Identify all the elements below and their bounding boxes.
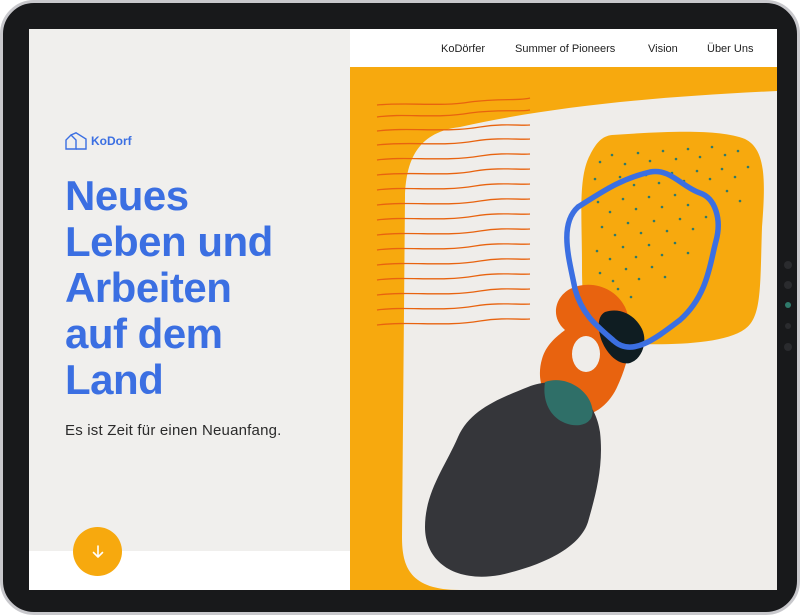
- hero-subtitle: Es ist Zeit für einen Neuanfang.: [65, 422, 282, 439]
- side-sensor: [785, 323, 791, 329]
- hero-text-panel: KoDorf Neues Leben und Arbeiten auf dem …: [29, 29, 350, 590]
- hero-illustration: [350, 67, 777, 590]
- nav-item-summer-of-pioneers[interactable]: Summer of Pioneers: [515, 43, 615, 55]
- camera-indicator: [785, 302, 791, 308]
- side-button: [784, 281, 792, 289]
- top-navigation: KoDörfer Summer of Pioneers Vision Über …: [350, 29, 777, 67]
- ring-hole: [572, 336, 600, 372]
- house-outline-icon: [65, 132, 87, 150]
- nav-item-vision[interactable]: Vision: [648, 43, 678, 55]
- hero-headline: Neues Leben und Arbeiten auf dem Land: [65, 172, 273, 403]
- side-button: [784, 343, 792, 351]
- screen: KoDorf Neues Leben und Arbeiten auf dem …: [29, 29, 777, 590]
- nav-item-kodoerfer[interactable]: KoDörfer: [441, 43, 485, 55]
- brand-logo[interactable]: KoDorf: [65, 132, 132, 150]
- brand-name: KoDorf: [91, 134, 132, 148]
- nav-item-ueber-uns[interactable]: Über Uns: [707, 43, 753, 55]
- arrow-down-icon: [92, 544, 103, 558]
- tablet-frame: KoDorf Neues Leben und Arbeiten auf dem …: [0, 0, 800, 615]
- side-button: [784, 261, 792, 269]
- scroll-down-button[interactable]: [73, 527, 122, 576]
